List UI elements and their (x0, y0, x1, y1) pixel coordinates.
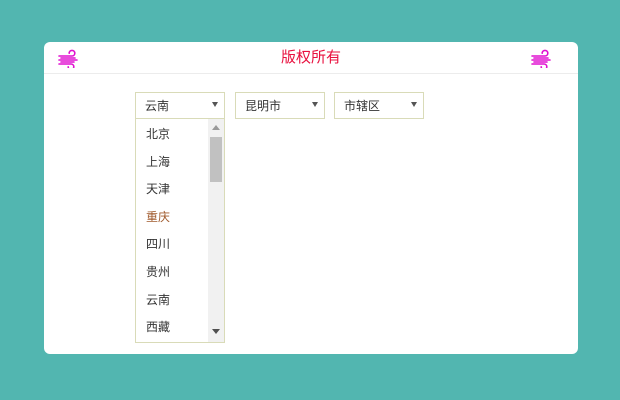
province-select[interactable]: 云南 (135, 92, 225, 119)
chevron-down-icon (212, 102, 218, 107)
dropdown-option[interactable]: 西藏 (146, 320, 170, 334)
dropdown-scrollbar[interactable] (208, 119, 224, 342)
main-card: 版权所有 云南 昆明市 市辖区 北京 上海 天津 重庆 四川 贵州 云南 西藏 (44, 42, 578, 354)
chevron-down-icon (411, 102, 417, 107)
card-header: 版权所有 (44, 42, 578, 74)
dropdown-option[interactable]: 重庆 (146, 210, 170, 224)
dropdown-option[interactable]: 云南 (146, 293, 170, 307)
scrollbar-thumb[interactable] (210, 137, 222, 182)
dropdown-option[interactable]: 贵州 (146, 265, 170, 279)
chevron-down-icon (312, 102, 318, 107)
dropdown-option[interactable]: 四川 (146, 237, 170, 251)
city-select-value: 昆明市 (245, 99, 282, 113)
district-select[interactable]: 市辖区 (334, 92, 424, 119)
page-title: 版权所有 (280, 48, 341, 66)
city-select[interactable]: 昆明市 (235, 92, 325, 119)
dropdown-option[interactable]: 天津 (146, 182, 170, 196)
province-dropdown-list: 北京 上海 天津 重庆 四川 贵州 云南 西藏 (135, 119, 225, 343)
dropdown-option[interactable]: 上海 (146, 155, 170, 169)
scroll-down-icon[interactable] (212, 329, 220, 334)
wind-icon (531, 49, 551, 68)
province-select-value: 云南 (145, 99, 170, 113)
dropdown-option[interactable]: 北京 (146, 127, 170, 141)
scroll-up-icon[interactable] (212, 125, 220, 130)
district-select-value: 市辖区 (344, 99, 381, 113)
